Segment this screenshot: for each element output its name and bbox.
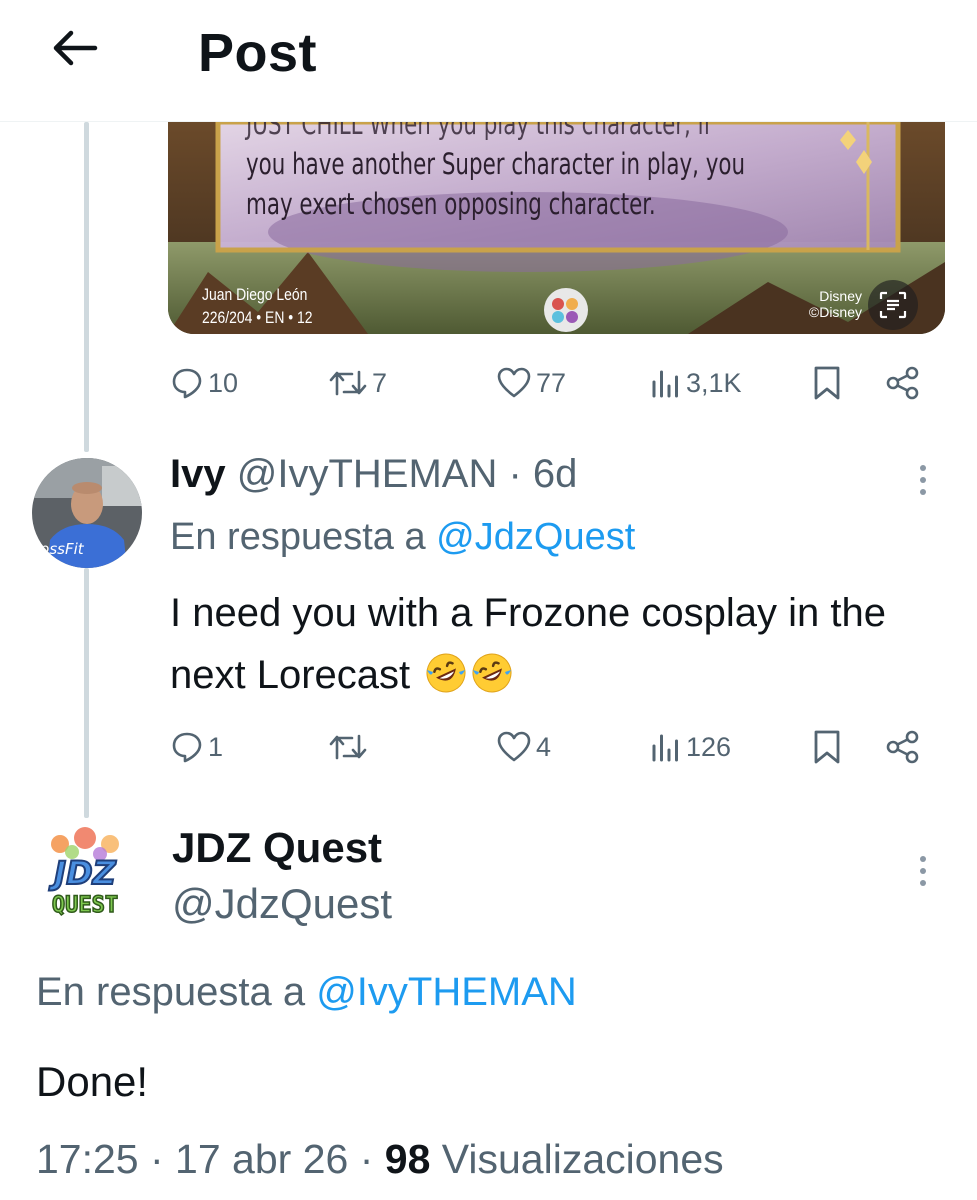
bookmark-button[interactable] — [812, 358, 842, 408]
views-button[interactable]: 3,1K — [650, 358, 742, 408]
views-count: 126 — [686, 731, 732, 762]
share-button[interactable] — [885, 722, 921, 772]
reply-context-mention[interactable]: @JdzQuest — [436, 516, 635, 558]
avatar-jdz-quest[interactable]: JDZ QUEST — [30, 826, 140, 936]
repost-icon — [329, 370, 367, 396]
repost-button[interactable] — [328, 722, 372, 772]
reply-text-body: I need you with a Frozone cosplay in the… — [170, 591, 886, 697]
logo-line-2: QUEST — [52, 893, 118, 918]
scan-text-icon — [879, 291, 907, 319]
avatar-ivy[interactable]: rossFit — [32, 458, 142, 568]
main-reply-context-mention[interactable]: @IvyTHEMAN — [316, 970, 577, 1014]
card-number: 226/204 • EN • 12 — [202, 308, 313, 327]
like-button[interactable]: 4 — [496, 722, 551, 772]
main-post-date[interactable]: · 17 abr 26 · — [150, 1136, 373, 1182]
heart-icon — [497, 731, 531, 762]
reply-context-label: En respuesta a — [170, 516, 426, 558]
reply-timestamp[interactable]: · 6d — [508, 452, 577, 496]
more-dots-icon — [920, 465, 926, 471]
reply-author-name[interactable]: Ivy — [170, 452, 226, 496]
share-button[interactable] — [885, 358, 921, 408]
views-count: 3,1K — [686, 367, 742, 398]
reply-text: I need you with a Frozone cosplay in the… — [170, 582, 950, 706]
main-post-views-count: 98 — [384, 1136, 431, 1182]
main-reply-context-label: En respuesta a — [36, 970, 306, 1014]
bookmark-icon — [814, 730, 840, 764]
like-count: 77 — [536, 367, 567, 398]
back-button[interactable] — [40, 18, 110, 78]
reply-icon — [172, 368, 202, 399]
main-author-handle[interactable]: @JdzQuest — [172, 880, 392, 928]
arrow-left-icon — [53, 30, 98, 66]
jdz-quest-logo: JDZ QUEST — [47, 827, 119, 919]
card-artist: Juan Diego León — [202, 285, 308, 304]
page-title: Post — [198, 23, 318, 83]
analytics-icon — [652, 734, 678, 762]
reply-icon — [172, 732, 202, 763]
main-reply-context: En respuesta a @IvyTHEMAN — [36, 970, 577, 1015]
analytics-icon — [652, 370, 678, 398]
avatar-shirt-text: rossFit — [34, 540, 85, 558]
like-button[interactable]: 77 — [496, 358, 566, 408]
image-text-recognition-button[interactable] — [868, 280, 918, 330]
more-dots-icon — [920, 856, 926, 862]
card-ability-text: JUST CHILL When you play this character,… — [246, 122, 746, 224]
repost-button[interactable]: 7 — [328, 358, 387, 408]
main-post-meta: 17:25 · 17 abr 26 · 98 Visualizaciones — [36, 1136, 724, 1183]
card-text-line-1: you have another Super character in play… — [246, 147, 746, 181]
main-post-text: Done! — [36, 1058, 149, 1105]
reply-button[interactable]: 1 — [170, 722, 223, 772]
main-post-time[interactable]: 17:25 — [36, 1136, 139, 1182]
reply-post-actions: 1 4 126 — [170, 722, 930, 772]
views-button[interactable]: 126 — [650, 722, 731, 772]
prev-post-actions: 10 7 77 3,1K — [170, 358, 930, 408]
reply-context: En respuesta a @JdzQuest — [170, 516, 635, 559]
main-more-button[interactable] — [908, 846, 938, 896]
reply-author-handle[interactable]: @IvyTHEMAN — [237, 452, 498, 496]
reply-button[interactable]: 10 — [170, 358, 238, 408]
main-post-views-label: Visualizaciones — [441, 1136, 724, 1182]
share-icon — [886, 366, 919, 400]
top-bar: Post — [0, 0, 977, 122]
card-text-line-2: may exert chosen opposing character. — [246, 187, 656, 221]
reply-author-line: Ivy @IvyTHEMAN · 6d — [170, 452, 577, 497]
share-icon — [886, 730, 919, 764]
thread-line-bottom — [84, 568, 89, 818]
post-media-image[interactable]: JUST CHILL When you play this character,… — [168, 122, 945, 334]
repost-count: 7 — [372, 367, 388, 398]
bookmark-button[interactable] — [812, 722, 842, 772]
heart-icon — [497, 367, 531, 398]
thread-line-top — [84, 122, 89, 452]
card-copyright: Disney ©Disney — [808, 288, 862, 320]
repost-icon — [329, 734, 367, 760]
card-text-top: JUST CHILL When you play this character,… — [246, 122, 712, 141]
like-count: 4 — [536, 731, 552, 762]
laughing-emoji-icon — [472, 653, 512, 693]
reply-more-button[interactable] — [908, 455, 938, 505]
laughing-emoji-icon — [426, 653, 466, 693]
reply-count: 1 — [208, 731, 224, 762]
logo-line-1: JDZ — [48, 854, 116, 892]
main-author-name[interactable]: JDZ Quest — [172, 824, 382, 872]
avatar-photo: rossFit — [32, 458, 142, 568]
reply-count: 10 — [208, 367, 239, 398]
bookmark-icon — [814, 366, 840, 400]
